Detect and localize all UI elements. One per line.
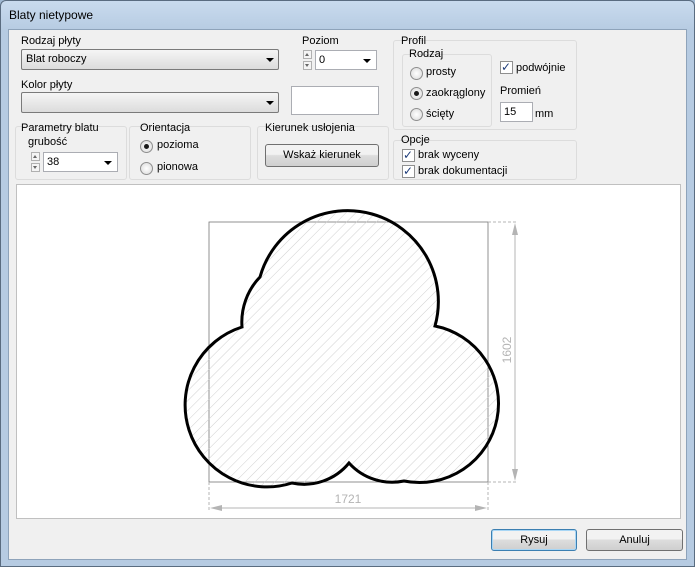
promien-input[interactable]: 15 [500,102,533,122]
rodzaj-plyty-value: Blat roboczy [26,53,87,65]
poziom-select[interactable]: 0 [315,50,377,70]
opcje-label: Opcje [401,134,430,146]
arrow-right-icon [475,505,487,511]
check-icon: ✓ [403,148,414,162]
check-icon: ✓ [501,60,512,74]
kolor-preview-box[interactable] [291,86,379,115]
kierunek-label: Kierunek usłojenia [265,122,355,134]
brak-wyceny-label: brak wyceny [418,149,480,161]
radio-pionowa[interactable] [140,162,153,175]
chevron-down-icon [363,59,371,63]
arrow-down-icon [512,469,518,481]
window-title: Blaty nietypowe [9,8,94,22]
chevron-down-icon [104,161,112,165]
grubosc-label: grubość [28,136,68,148]
arrow-up-icon [512,223,518,235]
dialog-client-area: Rodzaj płyty Blat roboczy Poziom 0 Kolor… [8,29,687,560]
grubosc-value: 38 [47,156,60,168]
rodzaj-plyty-select[interactable]: Blat roboczy [21,49,279,70]
anuluj-button[interactable]: Anuluj [586,529,683,551]
arrow-left-icon [210,505,222,511]
countertop-shape[interactable] [183,209,501,489]
spin-up-icon[interactable] [303,50,312,59]
kolor-plyty-select[interactable] [21,92,279,113]
rysuj-button[interactable]: Rysuj [491,529,577,551]
poziom-label: Poziom [302,35,339,47]
prosty-label: prosty [426,66,456,78]
width-dimension: 1721 [335,492,362,506]
wskaz-kierunek-label: Wskaż kierunek [283,149,361,161]
radio-pozioma[interactable] [140,140,153,153]
promien-label: Promień [500,85,541,97]
grubosc-select[interactable]: 38 [43,152,118,172]
brak-dokumentacji-label: brak dokumentacji [418,165,508,177]
radio-prosty[interactable] [410,67,423,80]
sciety-label: ścięty [426,108,455,120]
poziom-spinner[interactable] [303,50,312,70]
brak-dokumentacji-checkbox[interactable]: ✓ [402,164,415,178]
anuluj-label: Anuluj [619,534,650,546]
brak-wyceny-checkbox[interactable]: ✓ [402,148,415,162]
countertop-drawing: 1602 1721 [183,209,518,511]
grubosc-spinner[interactable] [31,152,40,172]
check-icon: ✓ [403,164,414,178]
spin-down-icon[interactable] [303,61,312,70]
promien-unit: mm [535,108,554,120]
poziom-value: 0 [319,54,326,66]
spin-up-icon[interactable] [31,152,40,161]
wskaz-kierunek-button[interactable]: Wskaż kierunek [265,144,379,167]
dialog-window: Blaty nietypowe Rodzaj płyty Blat robocz… [0,0,695,567]
rysuj-label: Rysuj [520,534,548,546]
kolor-plyty-label: Kolor płyty [21,79,73,91]
pozioma-label: pozioma [157,139,199,151]
rodzaj-label: Rodzaj [409,48,444,60]
promien-value: 15 [504,106,517,118]
chevron-down-icon [266,101,274,105]
chevron-down-icon [266,58,274,62]
drawing-canvas[interactable]: 1602 1721 [16,184,681,519]
title-bar[interactable]: Blaty nietypowe [1,1,694,29]
parametry-label: Parametry blatu [21,122,99,134]
podwojnie-label: podwójnie [516,62,566,74]
podwojnie-checkbox[interactable]: ✓ [500,60,513,74]
zaokraglony-label: zaokrąglony [426,87,486,99]
profil-label: Profil [401,35,427,47]
height-dimension: 1602 [500,336,514,363]
radio-zaokraglony[interactable] [410,87,423,100]
radio-sciety[interactable] [410,108,423,121]
pionowa-label: pionowa [157,161,198,173]
spin-down-icon[interactable] [31,163,40,172]
rodzaj-plyty-label: Rodzaj płyty [21,35,81,47]
orientacja-label: Orientacja [140,122,191,134]
